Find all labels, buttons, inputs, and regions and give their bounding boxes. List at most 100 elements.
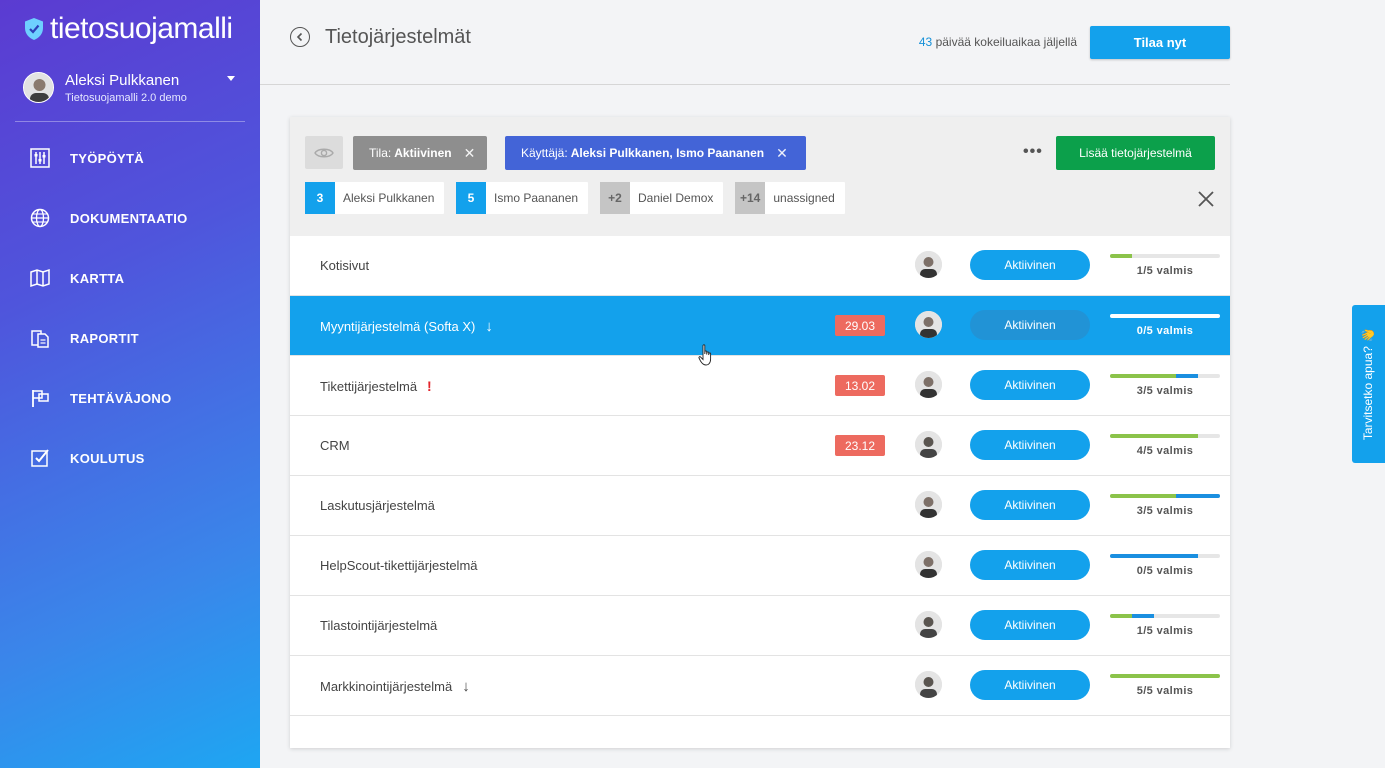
user-count-chip[interactable]: 3 Aleksi Pulkkanen xyxy=(305,182,445,214)
table-row[interactable]: CRM 23.12 Aktiivinen 4/5 valmis xyxy=(290,416,1230,476)
avatar xyxy=(915,311,942,338)
status-button[interactable]: Aktiivinen xyxy=(970,550,1090,580)
systems-panel: Tila: Aktiivinen ✕ Käyttäjä: Aleksi Pulk… xyxy=(290,117,1230,748)
order-button[interactable]: Tilaa nyt xyxy=(1090,26,1230,59)
trial-text: päivää kokeiluaikaa jäljellä xyxy=(935,35,1077,49)
system-name-text: Laskutusjärjestelmä xyxy=(320,498,435,513)
user-name: Aleksi Pulkkanen xyxy=(65,72,180,89)
table-row[interactable]: Kotisivut Aktiivinen 1/5 valmis xyxy=(290,236,1230,296)
user-count-chip[interactable]: +14 unassigned xyxy=(735,182,845,214)
status-button[interactable]: Aktiivinen xyxy=(970,670,1090,700)
user-count-name: Ismo Paananen xyxy=(494,191,579,205)
brand-logo[interactable]: tietosuojamalli xyxy=(24,12,233,46)
sidebar-item-tyopoyta[interactable]: TYÖPÖYTÄ xyxy=(0,128,260,188)
warning-icon: ! xyxy=(427,378,432,394)
sidebar-item-koulutus[interactable]: KOULUTUS xyxy=(0,428,260,488)
eye-icon xyxy=(314,148,334,157)
user-count-name: unassigned xyxy=(773,191,835,205)
brand-name: tietosuojamalli xyxy=(50,12,233,45)
due-date-badge: 23.12 xyxy=(835,435,885,456)
status-button[interactable]: Aktiivinen xyxy=(970,610,1090,640)
user-menu[interactable]: Aleksi Pulkkanen Tietosuojamalli 2.0 dem… xyxy=(15,62,245,122)
system-name[interactable]: Kotisivut xyxy=(320,258,369,273)
visibility-toggle[interactable] xyxy=(305,136,343,169)
avatar xyxy=(915,491,942,518)
add-system-button[interactable]: Lisää tietojärjestelmä xyxy=(1056,136,1215,170)
user-organization: Tietosuojamalli 2.0 demo xyxy=(65,92,187,104)
avatar xyxy=(915,251,942,278)
system-name[interactable]: Tikettijärjestelmä! xyxy=(320,378,432,394)
system-name[interactable]: Markkinointijärjestelmä ↓ xyxy=(320,678,470,695)
close-icon[interactable] xyxy=(1196,189,1216,209)
user-count: 3 xyxy=(305,182,335,214)
documents-icon xyxy=(30,328,50,348)
filter-bar: Tila: Aktiivinen ✕ Käyttäjä: Aleksi Pulk… xyxy=(290,117,1230,236)
system-name-text: Tilastointijärjestelmä xyxy=(320,618,438,633)
progress-text: 0/5 valmis xyxy=(1136,565,1194,577)
system-name[interactable]: CRM xyxy=(320,438,350,453)
status-button[interactable]: Aktiivinen xyxy=(970,430,1090,460)
close-icon[interactable]: ✕ xyxy=(776,145,788,162)
table-row[interactable]: Myyntijärjestelmä (Softa X) ↓ 29.03 Aktii… xyxy=(290,296,1230,356)
sidebar-item-kartta[interactable]: KARTTA xyxy=(0,248,260,308)
sidebar-nav: TYÖPÖYTÄ DOKUMENTAATIO KARTTA RAPORTIT T… xyxy=(0,128,260,488)
progress-text: 1/5 valmis xyxy=(1136,265,1194,277)
checkbox-icon xyxy=(30,448,50,468)
system-name[interactable]: HelpScout-tikettijärjestelmä xyxy=(320,558,478,573)
chevron-down-icon[interactable] xyxy=(227,76,235,81)
system-name-text: CRM xyxy=(320,438,350,453)
sidebar-item-tehtavajono[interactable]: TEHTÄVÄJONO xyxy=(0,368,260,428)
status-button[interactable]: Aktiivinen xyxy=(970,310,1090,340)
shield-icon xyxy=(25,18,43,40)
sliders-icon xyxy=(30,148,50,168)
status-button[interactable]: Aktiivinen xyxy=(970,370,1090,400)
system-name-text: Tikettijärjestelmä xyxy=(320,378,418,394)
back-button[interactable] xyxy=(290,27,310,47)
progress-bar xyxy=(1110,674,1220,678)
map-icon xyxy=(30,268,50,288)
progress-bar xyxy=(1110,374,1220,378)
user-filter-value: Aleksi Pulkkanen, Ismo Paananen xyxy=(570,146,765,160)
hand-cursor-icon xyxy=(698,344,712,366)
sidebar: tietosuojamalli Aleksi Pulkkanen Tietosu… xyxy=(0,0,260,768)
progress-bar xyxy=(1110,314,1220,318)
system-name[interactable]: Myyntijärjestelmä (Softa X) ↓ xyxy=(320,318,493,335)
arrow-down-icon: ↓ xyxy=(485,318,493,335)
progress-text: 3/5 valmis xyxy=(1136,505,1194,517)
close-icon[interactable]: ✕ xyxy=(464,145,476,162)
progress-bar xyxy=(1110,254,1220,258)
progress-text: 4/5 valmis xyxy=(1136,445,1194,457)
user-count-chip[interactable]: +2 Daniel Demox xyxy=(600,182,724,214)
user-count-name: Daniel Demox xyxy=(638,191,714,205)
help-tab-label: Tarvitsetko apua? 👋 xyxy=(1361,327,1376,441)
user-filter-chip[interactable]: Käyttäjä: Aleksi Pulkkanen, Ismo Paanane… xyxy=(505,136,806,170)
avatar xyxy=(23,72,54,103)
arrow-down-icon: ↓ xyxy=(462,678,470,695)
user-count-chip[interactable]: 5 Ismo Paananen xyxy=(456,182,589,214)
sidebar-item-label: TYÖPÖYTÄ xyxy=(70,150,144,166)
progress-text: 1/5 valmis xyxy=(1136,625,1194,637)
sidebar-item-raportit[interactable]: RAPORTIT xyxy=(0,308,260,368)
user-count: +2 xyxy=(600,182,630,214)
table-row[interactable]: HelpScout-tikettijärjestelmä Aktiivinen … xyxy=(290,536,1230,596)
status-button[interactable]: Aktiivinen xyxy=(970,250,1090,280)
due-date-badge: 13.02 xyxy=(835,375,885,396)
avatar xyxy=(915,671,942,698)
sidebar-item-label: KARTTA xyxy=(70,270,125,286)
status-filter-chip[interactable]: Tila: Aktiivinen ✕ xyxy=(353,136,487,170)
sidebar-item-dokumentaatio[interactable]: DOKUMENTAATIO xyxy=(0,188,260,248)
table-row[interactable]: Tilastointijärjestelmä Aktiivinen 1/5 va… xyxy=(290,596,1230,656)
system-name[interactable]: Tilastointijärjestelmä xyxy=(320,618,437,633)
help-tab[interactable]: Tarvitsetko apua? 👋 xyxy=(1352,305,1385,463)
table-row[interactable]: Tikettijärjestelmä! 13.02 Aktiivinen 3/5… xyxy=(290,356,1230,416)
more-options-button[interactable]: ••• xyxy=(1023,143,1043,161)
system-name[interactable]: Laskutusjärjestelmä xyxy=(320,498,435,513)
progress-text: 3/5 valmis xyxy=(1136,385,1194,397)
table-row[interactable]: Laskutusjärjestelmä Aktiivinen 3/5 valmi… xyxy=(290,476,1230,536)
user-count: 5 xyxy=(456,182,486,214)
progress-text: 5/5 valmis xyxy=(1136,685,1194,697)
system-name-text: HelpScout-tikettijärjestelmä xyxy=(320,558,478,573)
table-row[interactable]: Markkinointijärjestelmä ↓ Aktiivinen 5/5 … xyxy=(290,656,1230,716)
status-button[interactable]: Aktiivinen xyxy=(970,490,1090,520)
due-date-badge: 29.03 xyxy=(835,315,885,336)
